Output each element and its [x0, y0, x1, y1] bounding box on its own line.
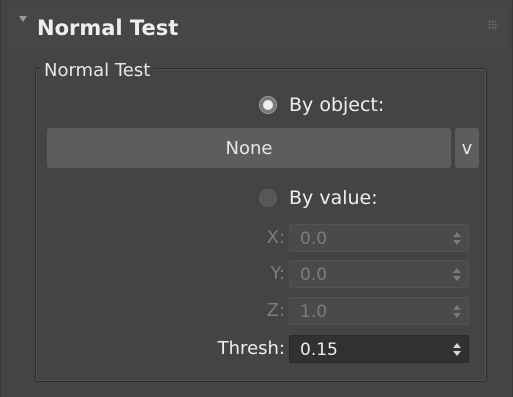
grip-dots-icon[interactable]: [488, 20, 498, 30]
modifier-panel: Normal Test Normal Test By object: None …: [0, 0, 513, 397]
object-picker-label: None: [225, 137, 273, 159]
triangle-down-icon[interactable]: [19, 16, 27, 22]
spinner-arrows-icon[interactable]: [453, 232, 461, 245]
by-value-radio[interactable]: [259, 189, 277, 207]
y-spinner-row: Y: 0.0: [201, 260, 471, 288]
by-object-radio[interactable]: [259, 96, 277, 114]
z-value[interactable]: 1.0: [300, 301, 327, 323]
by-object-radio-row[interactable]: By object:: [259, 94, 384, 116]
group-label: Normal Test: [41, 61, 154, 81]
thresh-spinner-row: Thresh: 0.15: [201, 335, 471, 363]
y-value[interactable]: 0.0: [300, 264, 327, 286]
by-object-label[interactable]: By object:: [289, 94, 384, 116]
by-value-label[interactable]: By value:: [289, 187, 378, 209]
thresh-value[interactable]: 0.15: [300, 339, 338, 361]
x-value[interactable]: 0.0: [300, 228, 327, 250]
thresh-label: Thresh:: [217, 338, 285, 359]
spinner-arrows-icon[interactable]: [453, 268, 461, 281]
object-dropdown-button[interactable]: v: [455, 128, 479, 168]
thresh-spinner[interactable]: 0.15: [289, 335, 469, 363]
x-spinner[interactable]: 0.0: [289, 224, 469, 252]
z-spinner-row: Z: 1.0: [201, 297, 471, 325]
spinner-arrows-icon[interactable]: [453, 343, 461, 356]
x-spinner-row: X: 0.0: [201, 224, 471, 252]
rollout-title[interactable]: Normal Test: [37, 15, 178, 41]
by-value-radio-row[interactable]: By value:: [259, 187, 378, 209]
y-label: Y:: [270, 263, 285, 284]
object-picker-button[interactable]: None: [47, 128, 451, 168]
z-spinner[interactable]: 1.0: [289, 297, 469, 325]
dropdown-label: v: [461, 137, 473, 159]
spinner-arrows-icon[interactable]: [453, 305, 461, 318]
z-label: Z:: [266, 300, 285, 321]
y-spinner[interactable]: 0.0: [289, 260, 469, 288]
x-label: X:: [266, 227, 285, 248]
